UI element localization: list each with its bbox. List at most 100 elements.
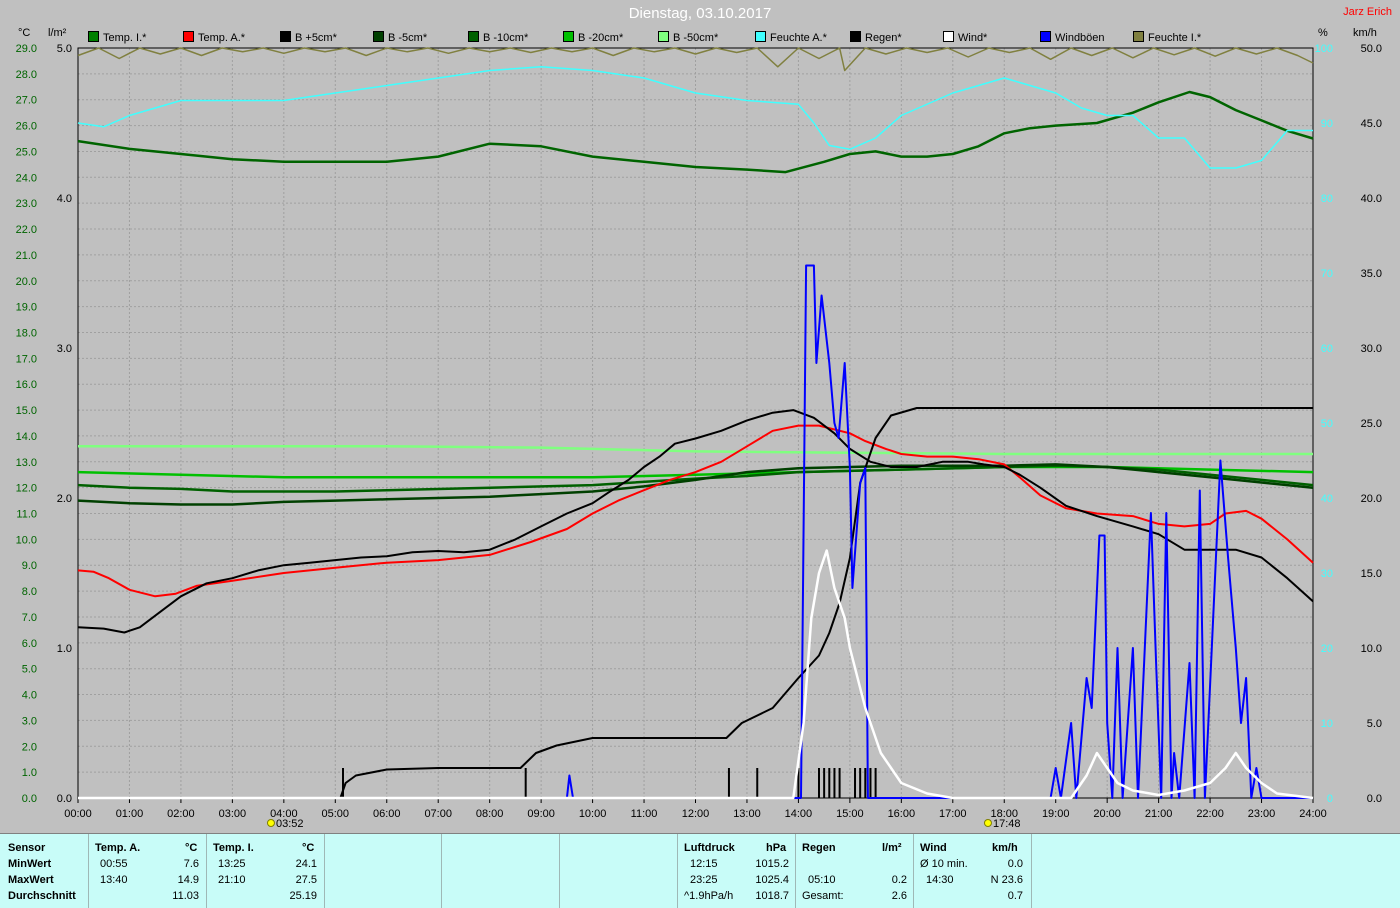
sensor-header: Sensor (8, 842, 46, 854)
temp-tick-label: 29.0 (16, 43, 37, 55)
temp-tick-label: 9.0 (22, 560, 37, 572)
row-label-min: MinWert (8, 858, 52, 870)
temp-tick-label: 28.0 (16, 69, 37, 81)
time-tick-label: 09:00 (527, 808, 555, 820)
legend-swatch (280, 31, 291, 42)
wind-max-value: N 23.6 (990, 874, 1023, 886)
rain-tick-label: 5.0 (57, 43, 72, 55)
time-tick-label: 02:00 (167, 808, 195, 820)
legend-item-5: B -20cm* (563, 31, 623, 44)
rain-unit-label: l/m² (48, 27, 67, 39)
sunrise-icon (266, 819, 275, 827)
pressure-max-time: 23:25 (690, 874, 718, 886)
wind-tick-label: 45.0 (1361, 118, 1382, 130)
time-tick-label: 06:00 (373, 808, 401, 820)
time-tick-label: 13:00 (733, 808, 761, 820)
legend-swatch (183, 31, 194, 42)
rain-max-value: 0.2 (891, 874, 907, 886)
rain-total: 2.6 (891, 890, 907, 902)
rain-tick-label: 0.0 (57, 793, 72, 805)
legend-item-8: Regen* (850, 31, 902, 44)
time-tick-label: 12:00 (682, 808, 710, 820)
time-tick-label: 05:00 (322, 808, 350, 820)
time-tick-label: 19:00 (1042, 808, 1070, 820)
rain-header: Regen (802, 842, 836, 854)
wind-tick-label: 20.0 (1361, 493, 1382, 505)
legend-item-1: Temp. A.* (183, 31, 245, 44)
time-tick-label: 21:00 (1145, 808, 1173, 820)
rain-tick-label: 1.0 (57, 643, 72, 655)
humidity-tick-label: 20 (1321, 643, 1333, 655)
rain-max-time: 05:10 (808, 874, 836, 886)
legend-item-11: Feuchte I.* (1133, 31, 1201, 44)
time-tick-label: 20:00 (1093, 808, 1121, 820)
time-tick-label: 08:00 (476, 808, 504, 820)
humidity-tick-label: 80 (1321, 193, 1333, 205)
sunrise-label: 03:52 (276, 818, 304, 830)
time-tick-label: 24:00 (1299, 808, 1327, 820)
temp-tick-label: 15.0 (16, 405, 37, 417)
time-tick-label: 10:00 (579, 808, 607, 820)
temp-i-max-value: 27.5 (295, 874, 317, 886)
temp-tick-label: 6.0 (22, 638, 37, 650)
pressure-max-value: 1025.4 (755, 874, 789, 886)
temp-tick-label: 8.0 (22, 586, 37, 598)
temp-tick-label: 25.0 (16, 146, 37, 158)
temp-tick-label: 16.0 (16, 379, 37, 391)
chart-title: Dienstag, 03.10.2017 (628, 5, 772, 22)
pressure-min-time: 12:15 (690, 858, 718, 870)
rain-tick-label: 2.0 (57, 493, 72, 505)
chart-plot: 0.0 1.0 2.0 3.0 4.0 5.0 6.0 7.0 8.0 9.0 10.0 11.0 12… (16, 43, 1382, 830)
temp-tick-label: 18.0 (16, 327, 37, 339)
chart-area: 0.0 1.0 2.0 3.0 4.0 5.0 6.0 7.0 8.0 9.0 10.0 11.0 12… (0, 0, 1400, 833)
legend-swatch (88, 31, 99, 42)
legend-item-2: B +5cm* (280, 31, 337, 44)
temp-i-max-time: 21:10 (218, 874, 246, 886)
series-line-2 (77, 47, 1314, 72)
wind-tick-label: 35.0 (1361, 268, 1382, 280)
legend-label: B -5cm* (388, 32, 428, 44)
humidity-tick-label: 100 (1315, 43, 1333, 55)
temp-tick-label: 21.0 (16, 250, 37, 262)
temp-tick-label: 22.0 (16, 224, 37, 236)
temp-a-unit: °C (185, 842, 198, 854)
wind-min-value: 0.0 (1007, 858, 1023, 870)
humidity-tick-label: 70 (1321, 268, 1333, 280)
time-tick-label: 14:00 (785, 808, 813, 820)
legend-item-7: Feuchte A.* (755, 31, 827, 44)
temp-a-max-value: 14.9 (177, 874, 199, 886)
temp-tick-label: 7.0 (22, 612, 37, 624)
temp-tick-label: 17.0 (16, 353, 37, 365)
wind-tick-label: 30.0 (1361, 343, 1382, 355)
temp-tick-label: 1.0 (22, 767, 37, 779)
pressure-header: Luftdruck (684, 842, 735, 854)
time-tick-label: 00:00 (64, 808, 92, 820)
legend-swatch (468, 31, 479, 42)
sunset-icon (983, 819, 992, 827)
author-label: Jarz Erich (1343, 6, 1392, 18)
legend-swatch (1040, 31, 1051, 42)
temp-a-average: 11.03 (172, 890, 199, 902)
legend-item-4: B -10cm* (468, 31, 528, 44)
humidity-tick-label: 30 (1321, 568, 1333, 580)
temp-tick-label: 19.0 (16, 302, 37, 314)
temp-tick-label: 11.0 (16, 509, 37, 521)
temp-a-max-time: 13:40 (100, 874, 128, 886)
humidity-tick-label: 40 (1321, 493, 1333, 505)
pressure-unit: hPa (766, 842, 787, 854)
wind-header: Wind (920, 842, 947, 854)
humidity-tick-label: 10 (1321, 718, 1333, 730)
legend-swatch (850, 31, 861, 42)
legend-swatch (943, 31, 954, 42)
time-tick-label: 17:00 (939, 808, 967, 820)
humidity-tick-label: 90 (1321, 118, 1333, 130)
temp-tick-label: 3.0 (22, 715, 37, 727)
rain-total-label: Gesamt: (802, 890, 844, 902)
wind-tick-label: 25.0 (1361, 418, 1382, 430)
temp-unit-label: °C (18, 27, 31, 39)
legend-label: B +5cm* (295, 32, 337, 44)
humidity-unit-label: % (1318, 27, 1328, 39)
wind-unit-label: km/h (1353, 27, 1377, 39)
legend-label: Wind* (958, 32, 988, 44)
legend-swatch (755, 31, 766, 42)
